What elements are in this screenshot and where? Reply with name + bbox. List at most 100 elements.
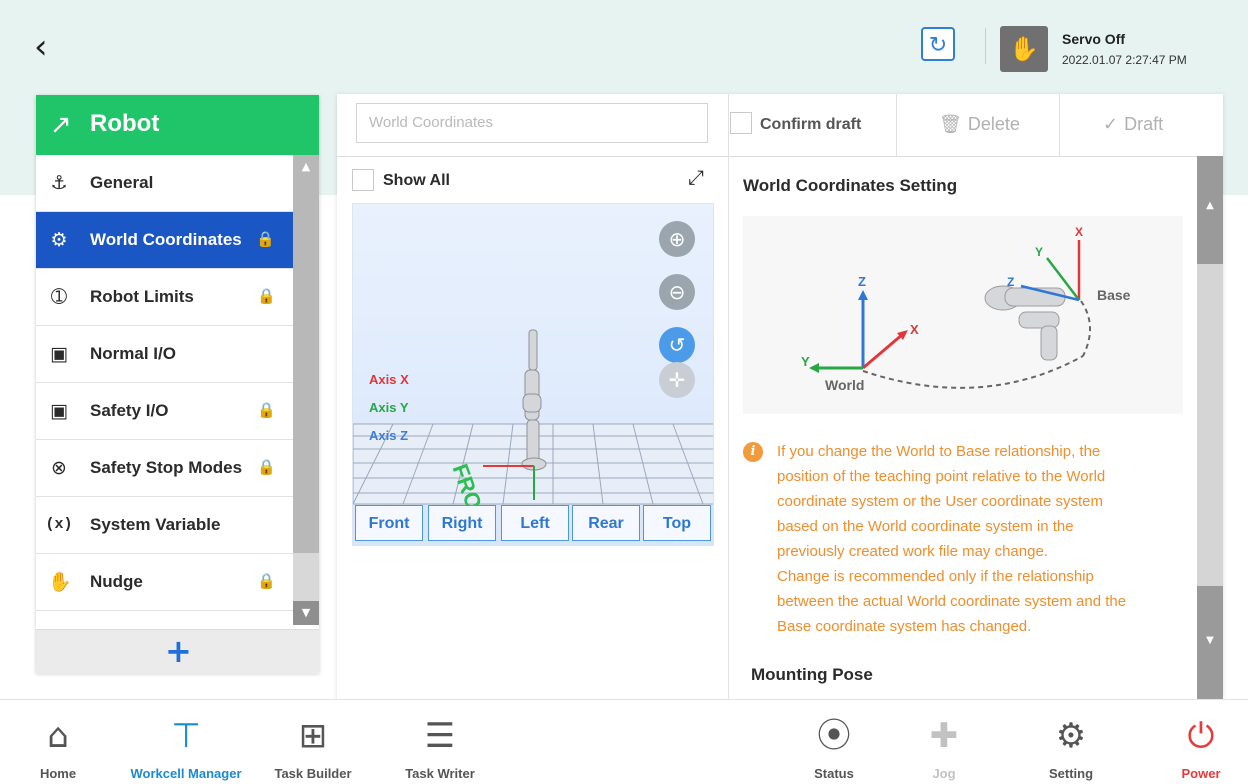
datetime: 2022.01.07 2:27:47 PM: [1062, 53, 1187, 67]
robot-scene[interactable]: FRONT ⊕ ⊖ ↺ ✛ Axis X Axis Y Axis Z Front…: [352, 203, 714, 546]
show-all-checkbox[interactable]: [352, 169, 374, 191]
scroll-up-arrow-icon[interactable]: ▲: [1197, 196, 1223, 216]
refresh-button[interactable]: ↻: [921, 27, 955, 61]
sidebar-item-nudge[interactable]: ✋ Nudge 🔒: [36, 554, 293, 611]
nav-jog[interactable]: ✚ Jog: [918, 700, 970, 784]
expand-icon[interactable]: ⤢: [688, 164, 714, 190]
nav-label: Power: [1181, 766, 1221, 781]
nav-task-builder[interactable]: ⊞ Task Builder: [266, 700, 360, 784]
robot-settings-panel: ↗ Robot ⚓ General ⚙ World Coordinates 🔒 …: [36, 95, 319, 674]
variable-icon: (x): [45, 516, 73, 533]
sidebar-item-robot-limits[interactable]: ➀ Robot Limits 🔒: [36, 269, 293, 326]
nav-label: Setting: [1048, 766, 1094, 781]
nav-power[interactable]: ⏻ Power: [1170, 700, 1232, 784]
task-builder-icon: ⊞: [298, 716, 328, 756]
back-button[interactable]: ‹: [34, 30, 64, 66]
x-axis-label: X: [910, 322, 919, 337]
nav-status[interactable]: ⦿ Status: [800, 700, 868, 784]
delete-button[interactable]: 🗑 Delete: [939, 114, 1020, 135]
sidebar-item-safety-stop-modes[interactable]: ⊗ Safety Stop Modes 🔒: [36, 440, 293, 497]
scrollbar-thumb[interactable]: [293, 155, 319, 553]
lock-icon: 🔒: [257, 572, 276, 590]
bottom-nav: ⌂ Home ⊤ Workcell Manager ⊞ Task Builder…: [0, 699, 1248, 784]
name-input[interactable]: World Coordinates: [356, 103, 708, 143]
axis-z-label: Axis Z: [369, 428, 409, 443]
plus-icon: +: [165, 632, 192, 670]
draft-button[interactable]: ✓ Draft: [1103, 114, 1163, 135]
settings-title: World Coordinates Setting: [743, 176, 958, 195]
io-icon: ▣: [50, 400, 68, 422]
nav-label: Workcell Manager: [130, 766, 242, 781]
panel-header: ↗ Robot: [36, 95, 319, 155]
check-circle-icon: ✓: [1103, 114, 1119, 135]
header-divider: [985, 28, 986, 64]
show-all-label: Show All: [383, 172, 450, 189]
zoom-in-icon[interactable]: ⊕: [659, 221, 695, 257]
robot-arm-icon: ⚓: [50, 172, 68, 194]
servo-hand-icon[interactable]: ✋: [1000, 26, 1048, 72]
right-view-button[interactable]: Right: [428, 505, 496, 541]
robot-3d-viewer: Show All ⤢ FRONT ⊕ ⊖ ↺ ✛ Axis X Axis Y A…: [337, 156, 729, 699]
world-label: World: [825, 377, 864, 393]
globe-gear-icon: ⚙: [50, 229, 68, 251]
axis-y-label: Axis Y: [369, 400, 409, 415]
limit-icon: ➀: [51, 286, 67, 308]
nav-task-writer[interactable]: ☰ Task Writer: [392, 700, 488, 784]
world-base-diagram: Z X Y World X Y Z Base: [743, 216, 1183, 414]
nav-home[interactable]: ⌂ Home: [28, 700, 88, 784]
workcell-icon: ⊤: [171, 716, 201, 756]
sidebar-item-world-coordinates[interactable]: ⚙ World Coordinates 🔒: [36, 212, 293, 269]
info-line: Change is recommended only if the relati…: [777, 568, 1094, 585]
nav-label: Task Writer: [405, 766, 475, 781]
sidebar-item-label: Safety Stop Modes: [90, 458, 243, 477]
lock-icon: 🔒: [257, 401, 276, 419]
pan-view-icon[interactable]: ✛: [659, 362, 695, 398]
sidebar-item-general[interactable]: ⚓ General: [36, 155, 293, 212]
settings-scrollbar[interactable]: ▲ ▼: [1197, 156, 1223, 699]
axis-x-label: Axis X: [369, 372, 409, 387]
scroll-down-arrow-icon[interactable]: ▼: [293, 601, 319, 625]
sidebar-item-normal-io[interactable]: ▣ Normal I/O: [36, 326, 293, 383]
info-text: If you change the World to Base relation…: [777, 439, 1182, 639]
top-view-button[interactable]: Top: [643, 505, 711, 541]
nav-workcell-manager[interactable]: ⊤ Workcell Manager: [120, 700, 252, 784]
confirm-draft-checkbox[interactable]: [730, 112, 752, 134]
info-line: previously created work file may change.: [777, 543, 1048, 560]
left-view-button[interactable]: Left: [501, 505, 569, 541]
toolbar: World Coordinates Confirm draft 🗑 Delete …: [337, 94, 1223, 157]
info-line: Base coordinate system has changed.: [777, 618, 1032, 635]
rotate-view-icon[interactable]: ↺: [659, 327, 695, 363]
lock-icon: 🔒: [257, 458, 276, 476]
base-x-label: X: [1075, 225, 1083, 239]
robot-arm-icon: ↗: [50, 110, 72, 140]
main-panel: World Coordinates Confirm draft 🗑 Delete …: [337, 94, 1223, 699]
info-line: position of the teaching point relative …: [777, 468, 1106, 485]
sidebar-menu: ⚓ General ⚙ World Coordinates 🔒 ➀ Robot …: [36, 155, 293, 611]
sidebar-item-safety-io[interactable]: ▣ Safety I/O 🔒: [36, 383, 293, 440]
add-item-button[interactable]: +: [36, 629, 319, 674]
y-axis-label: Y: [801, 354, 810, 369]
nav-label: Status: [814, 766, 854, 781]
z-axis-label: Z: [858, 274, 866, 289]
lock-icon: 🔒: [257, 287, 276, 305]
sidebar-item-label: Normal I/O: [90, 344, 176, 363]
sidebar-item-system-variable[interactable]: (x) System Variable: [36, 497, 293, 554]
info-line: based on the World coordinate system in …: [777, 518, 1074, 535]
nav-label: Task Builder: [274, 766, 352, 781]
scroll-down-arrow-icon[interactable]: ▼: [1197, 586, 1223, 699]
draft-label: Draft: [1124, 114, 1164, 134]
sidebar-item-label: System Variable: [90, 515, 221, 534]
gear-icon: ⚙: [1055, 716, 1087, 756]
base-y-label: Y: [1035, 245, 1043, 259]
lock-icon: 🔒: [256, 230, 275, 248]
panel-title: Robot: [90, 110, 160, 137]
front-view-button[interactable]: Front: [355, 505, 423, 541]
rear-view-button[interactable]: Rear: [572, 505, 640, 541]
scroll-up-arrow-icon[interactable]: ▲: [293, 155, 319, 179]
sidebar-scrollbar[interactable]: ▲ ▼: [293, 155, 319, 625]
zoom-out-icon[interactable]: ⊖: [659, 274, 695, 310]
nav-setting[interactable]: ⚙ Setting: [1036, 700, 1106, 784]
io-icon: ▣: [50, 343, 68, 365]
info-line: between the actual World coordinate syst…: [777, 593, 1127, 610]
hand-icon: ✋: [48, 571, 72, 593]
